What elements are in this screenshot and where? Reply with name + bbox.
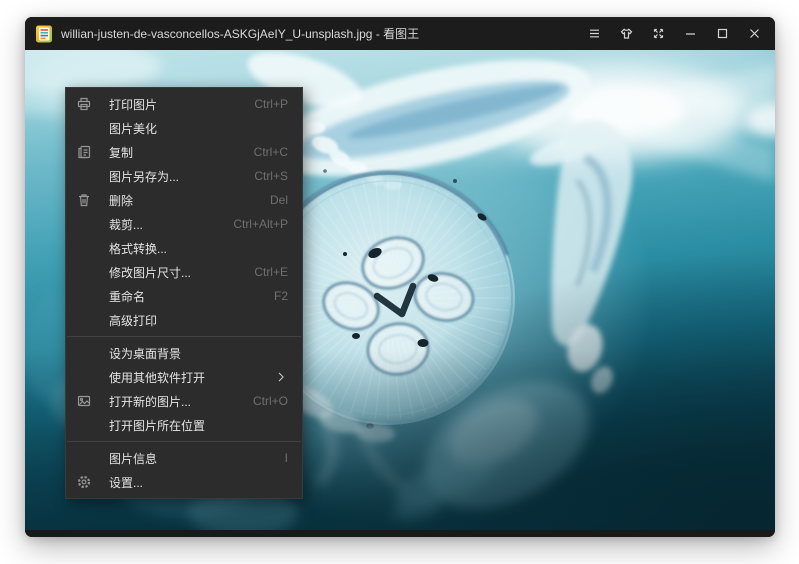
menu-item-label: 设置... bbox=[109, 474, 143, 491]
menu-item-shortcut: F2 bbox=[274, 289, 288, 303]
menu-item[interactable]: 设置... bbox=[66, 470, 302, 494]
menu-item-icon-placeholder bbox=[76, 417, 92, 433]
menu-item-icon-placeholder bbox=[76, 345, 92, 361]
menu-separator bbox=[67, 336, 301, 337]
menu-item[interactable]: 重命名 F2 bbox=[66, 284, 302, 308]
menu-item[interactable]: 复制 Ctrl+C bbox=[66, 140, 302, 164]
menu-item[interactable]: 打开新的图片... Ctrl+O bbox=[66, 389, 302, 413]
fullscreen-button[interactable] bbox=[645, 22, 671, 46]
menu-item-label: 设为桌面背景 bbox=[109, 345, 181, 362]
window-title: willian-justen-de-vasconcellos-ASKGjAeIY… bbox=[61, 25, 419, 42]
menu-item-label: 图片另存为... bbox=[109, 168, 179, 185]
trash-icon bbox=[76, 192, 92, 208]
menu-item-shortcut: Ctrl+O bbox=[253, 394, 288, 408]
menu-item-label: 图片美化 bbox=[109, 120, 157, 137]
menu-item-label: 打印图片 bbox=[109, 96, 157, 113]
gear-icon bbox=[76, 474, 92, 490]
copy-icon bbox=[76, 144, 92, 160]
menu-item[interactable]: 裁剪... Ctrl+Alt+P bbox=[66, 212, 302, 236]
menu-item-label: 图片信息 bbox=[109, 450, 157, 467]
image-icon bbox=[76, 393, 92, 409]
maximize-icon bbox=[716, 27, 729, 40]
menu-item-icon-placeholder bbox=[76, 168, 92, 184]
menu-item-shortcut: Ctrl+E bbox=[254, 265, 288, 279]
image-icon bbox=[76, 393, 92, 409]
menu-item-icon-placeholder bbox=[76, 264, 92, 280]
main-menu-button[interactable] bbox=[581, 22, 607, 46]
menu-item-shortcut: Ctrl+C bbox=[254, 145, 288, 159]
menu-item-icon-placeholder bbox=[76, 312, 92, 328]
titlebar: willian-justen-de-vasconcellos-ASKGjAeIY… bbox=[25, 17, 775, 50]
menu-item-label: 重命名 bbox=[109, 288, 145, 305]
skin-shirt-icon bbox=[620, 27, 633, 40]
menu-item-label: 删除 bbox=[109, 192, 133, 209]
maximize-button[interactable] bbox=[709, 22, 735, 46]
skin-button[interactable] bbox=[613, 22, 639, 46]
menu-item-icon-placeholder bbox=[76, 120, 92, 136]
app-logo-icon bbox=[35, 25, 53, 43]
minimize-icon bbox=[684, 27, 697, 40]
context-menu: 打印图片 Ctrl+P 图片美化复制 Ctrl+C 图片另存为... Ctrl+S 删除 De… bbox=[65, 87, 303, 499]
trash-icon bbox=[76, 192, 92, 208]
gear-icon bbox=[76, 474, 92, 490]
printer-icon bbox=[76, 96, 92, 112]
menu-item-label: 格式转换... bbox=[109, 240, 167, 257]
menu-item[interactable]: 高级打印 bbox=[66, 308, 302, 332]
menu-item[interactable]: 设为桌面背景 bbox=[66, 341, 302, 365]
close-icon bbox=[748, 27, 761, 40]
window-bottom-edge bbox=[25, 530, 775, 537]
menu-item[interactable]: 图片另存为... Ctrl+S bbox=[66, 164, 302, 188]
menu-item-label: 复制 bbox=[109, 144, 133, 161]
hamburger-icon bbox=[588, 27, 601, 40]
menu-item-label: 裁剪... bbox=[109, 216, 143, 233]
menu-item-icon-placeholder bbox=[76, 450, 92, 466]
menu-item-shortcut: I bbox=[285, 451, 288, 465]
menu-item-icon-placeholder bbox=[76, 369, 92, 385]
minimize-button[interactable] bbox=[677, 22, 703, 46]
menu-item[interactable]: 修改图片尺寸... Ctrl+E bbox=[66, 260, 302, 284]
menu-item[interactable]: 格式转换... bbox=[66, 236, 302, 260]
menu-item[interactable]: 打开图片所在位置 bbox=[66, 413, 302, 437]
menu-item-shortcut: Ctrl+Alt+P bbox=[233, 217, 288, 231]
copy-icon bbox=[76, 144, 92, 160]
menu-item-label: 高级打印 bbox=[109, 312, 157, 329]
menu-item[interactable]: 图片信息 I bbox=[66, 446, 302, 470]
menu-item-icon-placeholder bbox=[76, 216, 92, 232]
menu-item[interactable]: 删除 Del bbox=[66, 188, 302, 212]
menu-item[interactable]: 使用其他软件打开 bbox=[66, 365, 302, 389]
menu-item-icon-placeholder bbox=[76, 240, 92, 256]
close-button[interactable] bbox=[741, 22, 767, 46]
menu-item-label: 修改图片尺寸... bbox=[109, 264, 191, 281]
fullscreen-arrows-icon bbox=[652, 27, 665, 40]
menu-separator bbox=[67, 441, 301, 442]
printer-icon bbox=[76, 96, 92, 112]
chevron-right-icon bbox=[276, 371, 288, 383]
menu-item-shortcut: Del bbox=[270, 193, 288, 207]
window-controls bbox=[575, 22, 767, 46]
menu-item-shortcut: Ctrl+S bbox=[254, 169, 288, 183]
menu-item-shortcut: Ctrl+P bbox=[254, 97, 288, 111]
menu-item[interactable]: 图片美化 bbox=[66, 116, 302, 140]
menu-item-label: 打开图片所在位置 bbox=[109, 417, 205, 434]
menu-item-icon-placeholder bbox=[76, 288, 92, 304]
menu-item[interactable]: 打印图片 Ctrl+P bbox=[66, 92, 302, 116]
submenu-arrow-icon bbox=[276, 371, 288, 383]
menu-item-label: 打开新的图片... bbox=[109, 393, 191, 410]
menu-item-label: 使用其他软件打开 bbox=[109, 369, 205, 386]
